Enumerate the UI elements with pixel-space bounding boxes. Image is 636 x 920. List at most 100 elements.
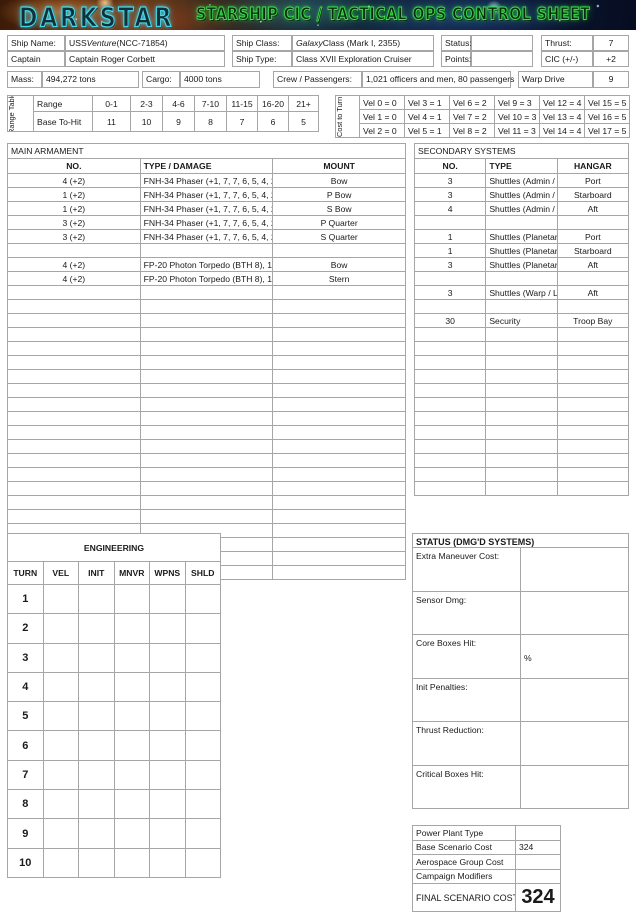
- armament-no[interactable]: [7, 467, 141, 482]
- table-row[interactable]: 3Shuttles (Admin / Small)Starboard: [413, 187, 630, 202]
- secondary-hangar[interactable]: [556, 383, 630, 398]
- armament-type[interactable]: [139, 355, 274, 370]
- secondary-no[interactable]: [413, 369, 487, 384]
- engineering-vel[interactable]: [42, 789, 79, 820]
- secondary-no[interactable]: [413, 467, 487, 482]
- armament-type[interactable]: FNH-34 Phaser (+1, 7, 7, 6, 5, 4, 2, 2): [139, 229, 274, 244]
- table-row[interactable]: [413, 299, 630, 314]
- engineering-wpns[interactable]: [149, 701, 186, 732]
- table-row[interactable]: [7, 313, 406, 328]
- secondary-type[interactable]: [485, 453, 558, 468]
- secondary-type[interactable]: [485, 481, 558, 496]
- secondary-no[interactable]: [413, 215, 487, 230]
- secondary-hangar[interactable]: [556, 481, 630, 496]
- armament-no[interactable]: 1 (+2): [7, 187, 141, 202]
- armament-mount[interactable]: [272, 523, 406, 538]
- armament-no[interactable]: [7, 327, 141, 342]
- armament-no[interactable]: 3 (+2): [7, 215, 141, 230]
- armament-no[interactable]: [7, 495, 141, 510]
- secondary-no[interactable]: [413, 425, 487, 440]
- armament-mount[interactable]: [272, 453, 406, 468]
- table-row[interactable]: [7, 453, 406, 468]
- table-row[interactable]: 3 (+2) FNH-34 Phaser (+1, 7, 7, 6, 5, 4, …: [7, 215, 406, 230]
- armament-no[interactable]: [7, 313, 141, 328]
- thrust-value[interactable]: 7: [593, 35, 629, 51]
- table-row[interactable]: 3Shuttles (Admin / Small)Port: [413, 173, 630, 188]
- secondary-type[interactable]: [485, 467, 558, 482]
- engineering-init[interactable]: [78, 818, 115, 849]
- armament-no[interactable]: [7, 397, 141, 412]
- scenario-cost-value[interactable]: [515, 854, 561, 870]
- secondary-type[interactable]: [485, 341, 558, 356]
- scenario-cost-value[interactable]: [515, 825, 561, 841]
- armament-type[interactable]: FNH-34 Phaser (+1, 7, 7, 6, 5, 4, 2, 2): [139, 187, 274, 202]
- table-row[interactable]: [7, 327, 406, 342]
- engineering-init[interactable]: [78, 642, 115, 673]
- armament-no[interactable]: [7, 369, 141, 384]
- mass-value[interactable]: 494,272 tons: [42, 71, 139, 88]
- status-row-value[interactable]: %: [520, 634, 629, 679]
- table-row[interactable]: [7, 481, 406, 496]
- secondary-hangar[interactable]: Aft: [556, 257, 630, 272]
- armament-mount[interactable]: [272, 425, 406, 440]
- secondary-type[interactable]: Shuttles (Warp / Large): [485, 285, 558, 300]
- armament-type[interactable]: [139, 481, 274, 496]
- armament-no[interactable]: 4 (+2): [7, 271, 141, 286]
- armament-type[interactable]: [139, 341, 274, 356]
- secondary-hangar[interactable]: [556, 215, 630, 230]
- status-row-value[interactable]: [520, 547, 629, 592]
- armament-type[interactable]: FNH-34 Phaser (+1, 7, 7, 6, 5, 4, 2, 2): [139, 173, 274, 188]
- cargo-value[interactable]: 4000 tons: [180, 71, 260, 88]
- armament-mount[interactable]: [272, 467, 406, 482]
- table-row[interactable]: 2: [7, 613, 221, 644]
- table-row[interactable]: [413, 355, 630, 370]
- engineering-init[interactable]: [78, 759, 115, 791]
- armament-type[interactable]: [139, 425, 274, 440]
- secondary-hangar[interactable]: Starboard: [556, 187, 630, 202]
- armament-no[interactable]: [7, 341, 141, 356]
- table-row[interactable]: [7, 299, 406, 314]
- armament-type[interactable]: [139, 327, 274, 342]
- armament-mount[interactable]: P Bow: [272, 187, 406, 202]
- secondary-hangar[interactable]: Port: [556, 229, 630, 244]
- table-row[interactable]: 1 (+2) FNH-34 Phaser (+1, 7, 7, 6, 5, 4, …: [7, 187, 406, 202]
- armament-no[interactable]: [7, 285, 141, 300]
- secondary-type[interactable]: Shuttles (Admin / Small): [485, 173, 558, 188]
- engineering-vel[interactable]: [42, 701, 79, 732]
- armament-no[interactable]: [7, 453, 141, 468]
- secondary-hangar[interactable]: [556, 355, 630, 370]
- armament-type[interactable]: [139, 383, 274, 398]
- armament-no[interactable]: 4 (+2): [7, 257, 141, 272]
- table-row[interactable]: 6: [7, 730, 221, 761]
- table-row[interactable]: [7, 355, 406, 370]
- engineering-wpns[interactable]: [149, 642, 186, 673]
- engineering-shld[interactable]: [184, 789, 221, 820]
- armament-mount[interactable]: [272, 299, 406, 314]
- table-row[interactable]: [413, 411, 630, 426]
- secondary-type[interactable]: [485, 425, 558, 440]
- secondary-no[interactable]: 3: [413, 173, 487, 188]
- engineering-shld[interactable]: [184, 642, 221, 673]
- engineering-shld[interactable]: [184, 847, 221, 878]
- secondary-no[interactable]: 4: [413, 201, 487, 216]
- secondary-no[interactable]: [413, 439, 487, 454]
- table-row[interactable]: 3 (+2) FNH-34 Phaser (+1, 7, 7, 6, 5, 4, …: [7, 229, 406, 244]
- engineering-init[interactable]: [78, 613, 115, 644]
- armament-no[interactable]: [7, 411, 141, 426]
- armament-mount[interactable]: [272, 411, 406, 426]
- engineering-mnvr[interactable]: [113, 759, 150, 791]
- secondary-type[interactable]: [485, 355, 558, 370]
- armament-mount[interactable]: [272, 439, 406, 454]
- table-row[interactable]: [7, 383, 406, 398]
- engineering-wpns[interactable]: [149, 789, 186, 820]
- armament-type[interactable]: FP-20 Photon Torpedo (BTH 8), 18 Rng, 6 …: [139, 257, 274, 272]
- armament-no[interactable]: [7, 509, 141, 524]
- engineering-mnvr[interactable]: [113, 789, 150, 820]
- armament-mount[interactable]: [272, 355, 406, 370]
- engineering-mnvr[interactable]: [113, 847, 150, 878]
- final-scenario-cost-value[interactable]: 324: [515, 883, 561, 912]
- armament-type[interactable]: [139, 453, 274, 468]
- secondary-hangar[interactable]: [556, 425, 630, 440]
- captain-value[interactable]: Captain Roger Corbett: [65, 51, 225, 67]
- ship-name-value[interactable]: USS Venture (NCC-71854): [65, 35, 225, 51]
